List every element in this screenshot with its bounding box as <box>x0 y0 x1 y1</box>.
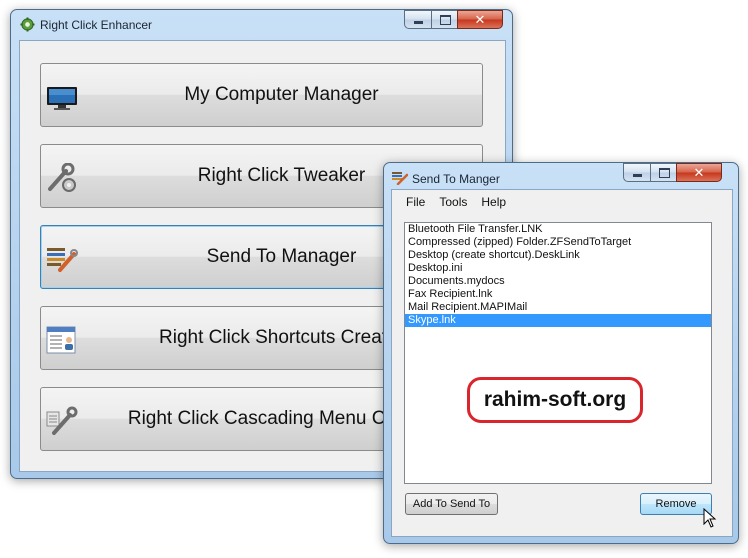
sendto-close-button[interactable]: ✕ <box>676 163 722 182</box>
minimize-icon <box>633 174 642 177</box>
menu-bar: File Tools Help <box>392 190 732 212</box>
maximize-button[interactable] <box>431 10 457 29</box>
maximize-icon <box>659 168 670 178</box>
list-item-selected[interactable]: Skype.lnk <box>405 314 711 327</box>
sendto-app-icon <box>392 172 408 185</box>
watermark-badge: rahim-soft.org <box>467 377 643 423</box>
send-to-manager-window: Send To Manger ✕ File Tools Help Bluetoo… <box>383 162 739 544</box>
list-item[interactable]: Compressed (zipped) Folder.ZFSendToTarge… <box>405 236 711 249</box>
list-item[interactable]: Desktop.ini <box>405 262 711 275</box>
sendto-client-area: File Tools Help Bluetooth File Transfer.… <box>391 189 733 537</box>
list-item[interactable]: Desktop (create shortcut).DeskLink <box>405 249 711 262</box>
button-label: My Computer Manager <box>184 84 379 105</box>
close-icon: ✕ <box>693 165 705 180</box>
main-titlebar[interactable]: Right Click Enhancer ✕ <box>11 10 512 40</box>
minimize-icon <box>414 21 423 24</box>
sendto-minimize-button[interactable] <box>623 163 650 182</box>
monitor-icon <box>47 87 77 110</box>
list-item[interactable]: Fax Recipient.lnk <box>405 288 711 301</box>
shortcut-window-icon <box>46 326 76 354</box>
menu-help[interactable]: Help <box>474 190 513 212</box>
list-item[interactable]: Bluetooth File Transfer.LNK <box>405 223 711 236</box>
minimize-button[interactable] <box>404 10 431 29</box>
menu-file[interactable]: File <box>392 190 432 212</box>
list-item[interactable]: Mail Recipient.MAPIMail <box>405 301 711 314</box>
close-icon: ✕ <box>474 12 486 27</box>
sendto-tools-icon <box>47 248 78 272</box>
sendto-window-title: Send To Manger <box>412 172 500 186</box>
wrench-menu-icon <box>46 406 78 435</box>
list-item[interactable]: Documents.mydocs <box>405 275 711 288</box>
mouse-pointer-icon <box>703 508 717 528</box>
app-gear-icon <box>20 17 35 32</box>
sendto-maximize-button[interactable] <box>650 163 676 182</box>
main-window-title: Right Click Enhancer <box>40 18 153 32</box>
maximize-icon <box>440 15 451 25</box>
menu-tools[interactable]: Tools <box>432 190 474 212</box>
remove-button[interactable]: Remove <box>640 493 712 515</box>
my-computer-manager-button[interactable]: My Computer Manager <box>40 63 483 127</box>
close-button[interactable]: ✕ <box>457 10 503 29</box>
wrench-gear-icon <box>48 163 76 192</box>
add-to-send-to-button[interactable]: Add To Send To <box>405 493 498 515</box>
send-to-listbox[interactable]: Bluetooth File Transfer.LNK Compressed (… <box>404 222 712 484</box>
